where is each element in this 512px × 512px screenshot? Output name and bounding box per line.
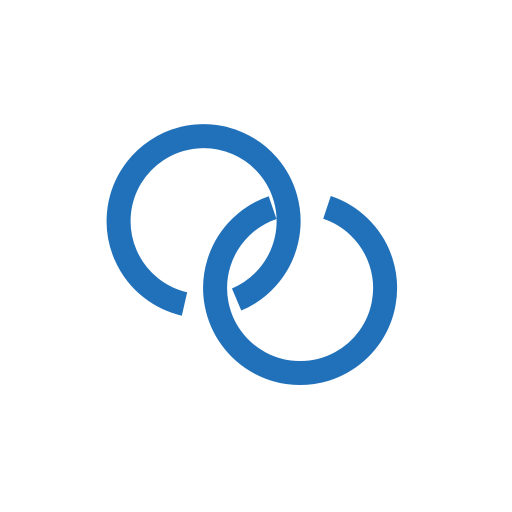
app-icon-canvas (0, 0, 512, 512)
interlocking-rings-icon (106, 124, 398, 385)
